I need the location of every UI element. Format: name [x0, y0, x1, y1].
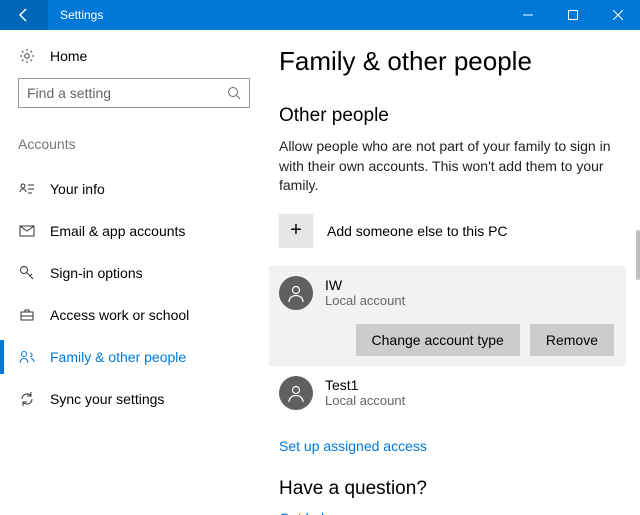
window-title: Settings [48, 8, 505, 22]
account-type: Local account [325, 293, 405, 308]
section-heading: Other people [279, 105, 622, 127]
nav-label: Email & app accounts [50, 223, 185, 239]
nav-sync-settings[interactable]: Sync your settings [0, 378, 265, 420]
sync-icon [18, 391, 36, 407]
minimize-button[interactable] [505, 0, 550, 30]
nav-access-work[interactable]: Access work or school [0, 294, 265, 336]
assigned-access-link[interactable]: Set up assigned access [279, 438, 622, 454]
account-row[interactable]: IW Local account [279, 276, 614, 310]
plus-icon: + [279, 214, 313, 248]
account-item-selected[interactable]: IW Local account Change account type Rem… [269, 266, 626, 366]
titlebar: Settings [0, 0, 640, 30]
mail-icon [18, 223, 36, 239]
nav-signin-options[interactable]: Sign-in options [0, 252, 265, 294]
gear-icon [18, 48, 36, 64]
people-icon [18, 349, 36, 365]
add-label: Add someone else to this PC [327, 223, 508, 239]
change-account-type-button[interactable]: Change account type [356, 324, 520, 356]
minimize-icon [523, 10, 533, 20]
scrollbar[interactable] [636, 230, 640, 280]
search-input[interactable] [27, 85, 227, 101]
home-button[interactable]: Home [18, 48, 265, 64]
avatar-icon [279, 276, 313, 310]
account-type: Local account [325, 393, 405, 408]
nav-email-accounts[interactable]: Email & app accounts [0, 210, 265, 252]
arrow-left-icon [16, 7, 32, 23]
maximize-button[interactable] [550, 0, 595, 30]
nav-label: Your info [50, 181, 105, 197]
remove-account-button[interactable]: Remove [530, 324, 614, 356]
get-help-link[interactable]: Get help [279, 510, 622, 515]
account-name: IW [325, 277, 405, 293]
close-icon [613, 10, 623, 20]
maximize-icon [568, 10, 578, 20]
search-box[interactable] [18, 78, 250, 108]
search-icon [227, 86, 241, 100]
nav-your-info[interactable]: Your info [0, 168, 265, 210]
nav-list: Your info Email & app accounts Sign-in o… [0, 168, 265, 420]
section-description: Allow people who are not part of your fa… [279, 137, 622, 196]
add-someone-button[interactable]: + Add someone else to this PC [279, 214, 622, 248]
account-row[interactable]: Test1 Local account [279, 376, 614, 410]
briefcase-icon [18, 307, 36, 323]
close-button[interactable] [595, 0, 640, 30]
sidebar: Home Accounts Your info Email & app acco… [0, 30, 265, 515]
question-heading: Have a question? [279, 478, 622, 500]
account-item[interactable]: Test1 Local account [269, 366, 626, 420]
key-icon [18, 265, 36, 281]
person-card-icon [18, 181, 36, 197]
nav-label: Family & other people [50, 349, 186, 365]
nav-label: Sign-in options [50, 265, 143, 281]
nav-family-other[interactable]: Family & other people [0, 336, 265, 378]
home-label: Home [50, 48, 87, 64]
back-button[interactable] [0, 0, 48, 30]
account-name: Test1 [325, 377, 405, 393]
section-label: Accounts [18, 136, 265, 152]
avatar-icon [279, 376, 313, 410]
nav-label: Sync your settings [50, 391, 164, 407]
nav-label: Access work or school [50, 307, 189, 323]
main-content: Family & other people Other people Allow… [265, 30, 640, 515]
page-heading: Family & other people [279, 46, 622, 77]
window-controls [505, 0, 640, 30]
